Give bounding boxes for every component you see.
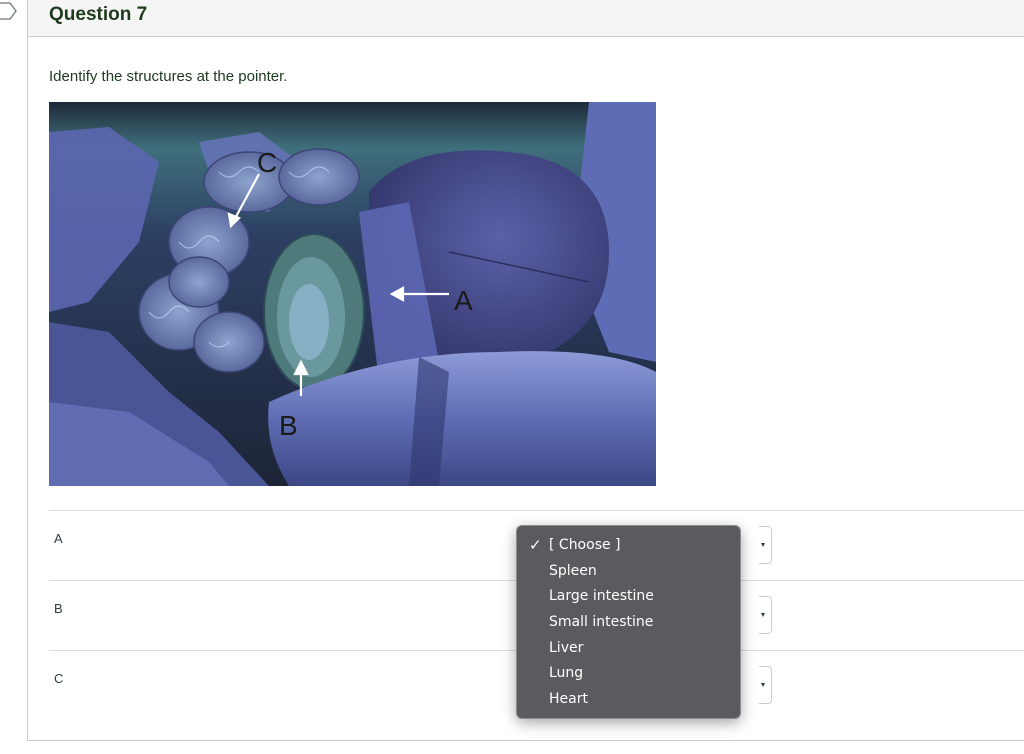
answer-label: C	[54, 671, 64, 686]
question-header: Question 7	[28, 0, 1024, 37]
pointer-label-a: A	[454, 285, 473, 316]
question-prompt: Identify the structures at the pointer.	[49, 68, 288, 85]
dropdown-option-choose[interactable]: ✓ [ Choose ]	[517, 533, 740, 559]
dropdown-option-label: Lung	[549, 665, 584, 682]
checkmark-icon: ✓	[529, 536, 542, 554]
answer-dropdown-menu: ✓ [ Choose ] Spleen Large intestine Smal…	[516, 525, 741, 719]
dropdown-option-heart[interactable]: Heart	[517, 687, 740, 713]
dropdown-option-label: Heart	[549, 691, 588, 708]
flag-question-icon[interactable]	[0, 2, 18, 20]
specimen-photo-illustration: C A B	[49, 102, 656, 486]
dropdown-option-label: Large intestine	[549, 588, 654, 605]
answer-select-a[interactable]	[759, 526, 772, 564]
dropdown-option-small-intestine[interactable]: Small intestine	[517, 610, 740, 636]
question-title: Question 7	[49, 4, 148, 25]
dropdown-option-label: [ Choose ]	[549, 537, 621, 553]
answer-label: A	[54, 531, 63, 546]
dropdown-option-spleen[interactable]: Spleen	[517, 559, 740, 585]
answer-label: B	[54, 601, 63, 616]
dropdown-option-label: Small intestine	[549, 614, 654, 631]
pointer-label-b: B	[279, 410, 298, 441]
answer-select-c[interactable]	[759, 666, 772, 704]
dropdown-option-label: Liver	[549, 639, 584, 656]
pointer-label-c: C	[257, 147, 277, 178]
answer-select-b[interactable]	[759, 596, 772, 634]
dropdown-option-large-intestine[interactable]: Large intestine	[517, 584, 740, 610]
dropdown-option-liver[interactable]: Liver	[517, 636, 740, 662]
dropdown-option-label: Spleen	[549, 562, 597, 579]
dropdown-option-lung[interactable]: Lung	[517, 661, 740, 687]
specimen-photo: C A B	[49, 102, 656, 486]
